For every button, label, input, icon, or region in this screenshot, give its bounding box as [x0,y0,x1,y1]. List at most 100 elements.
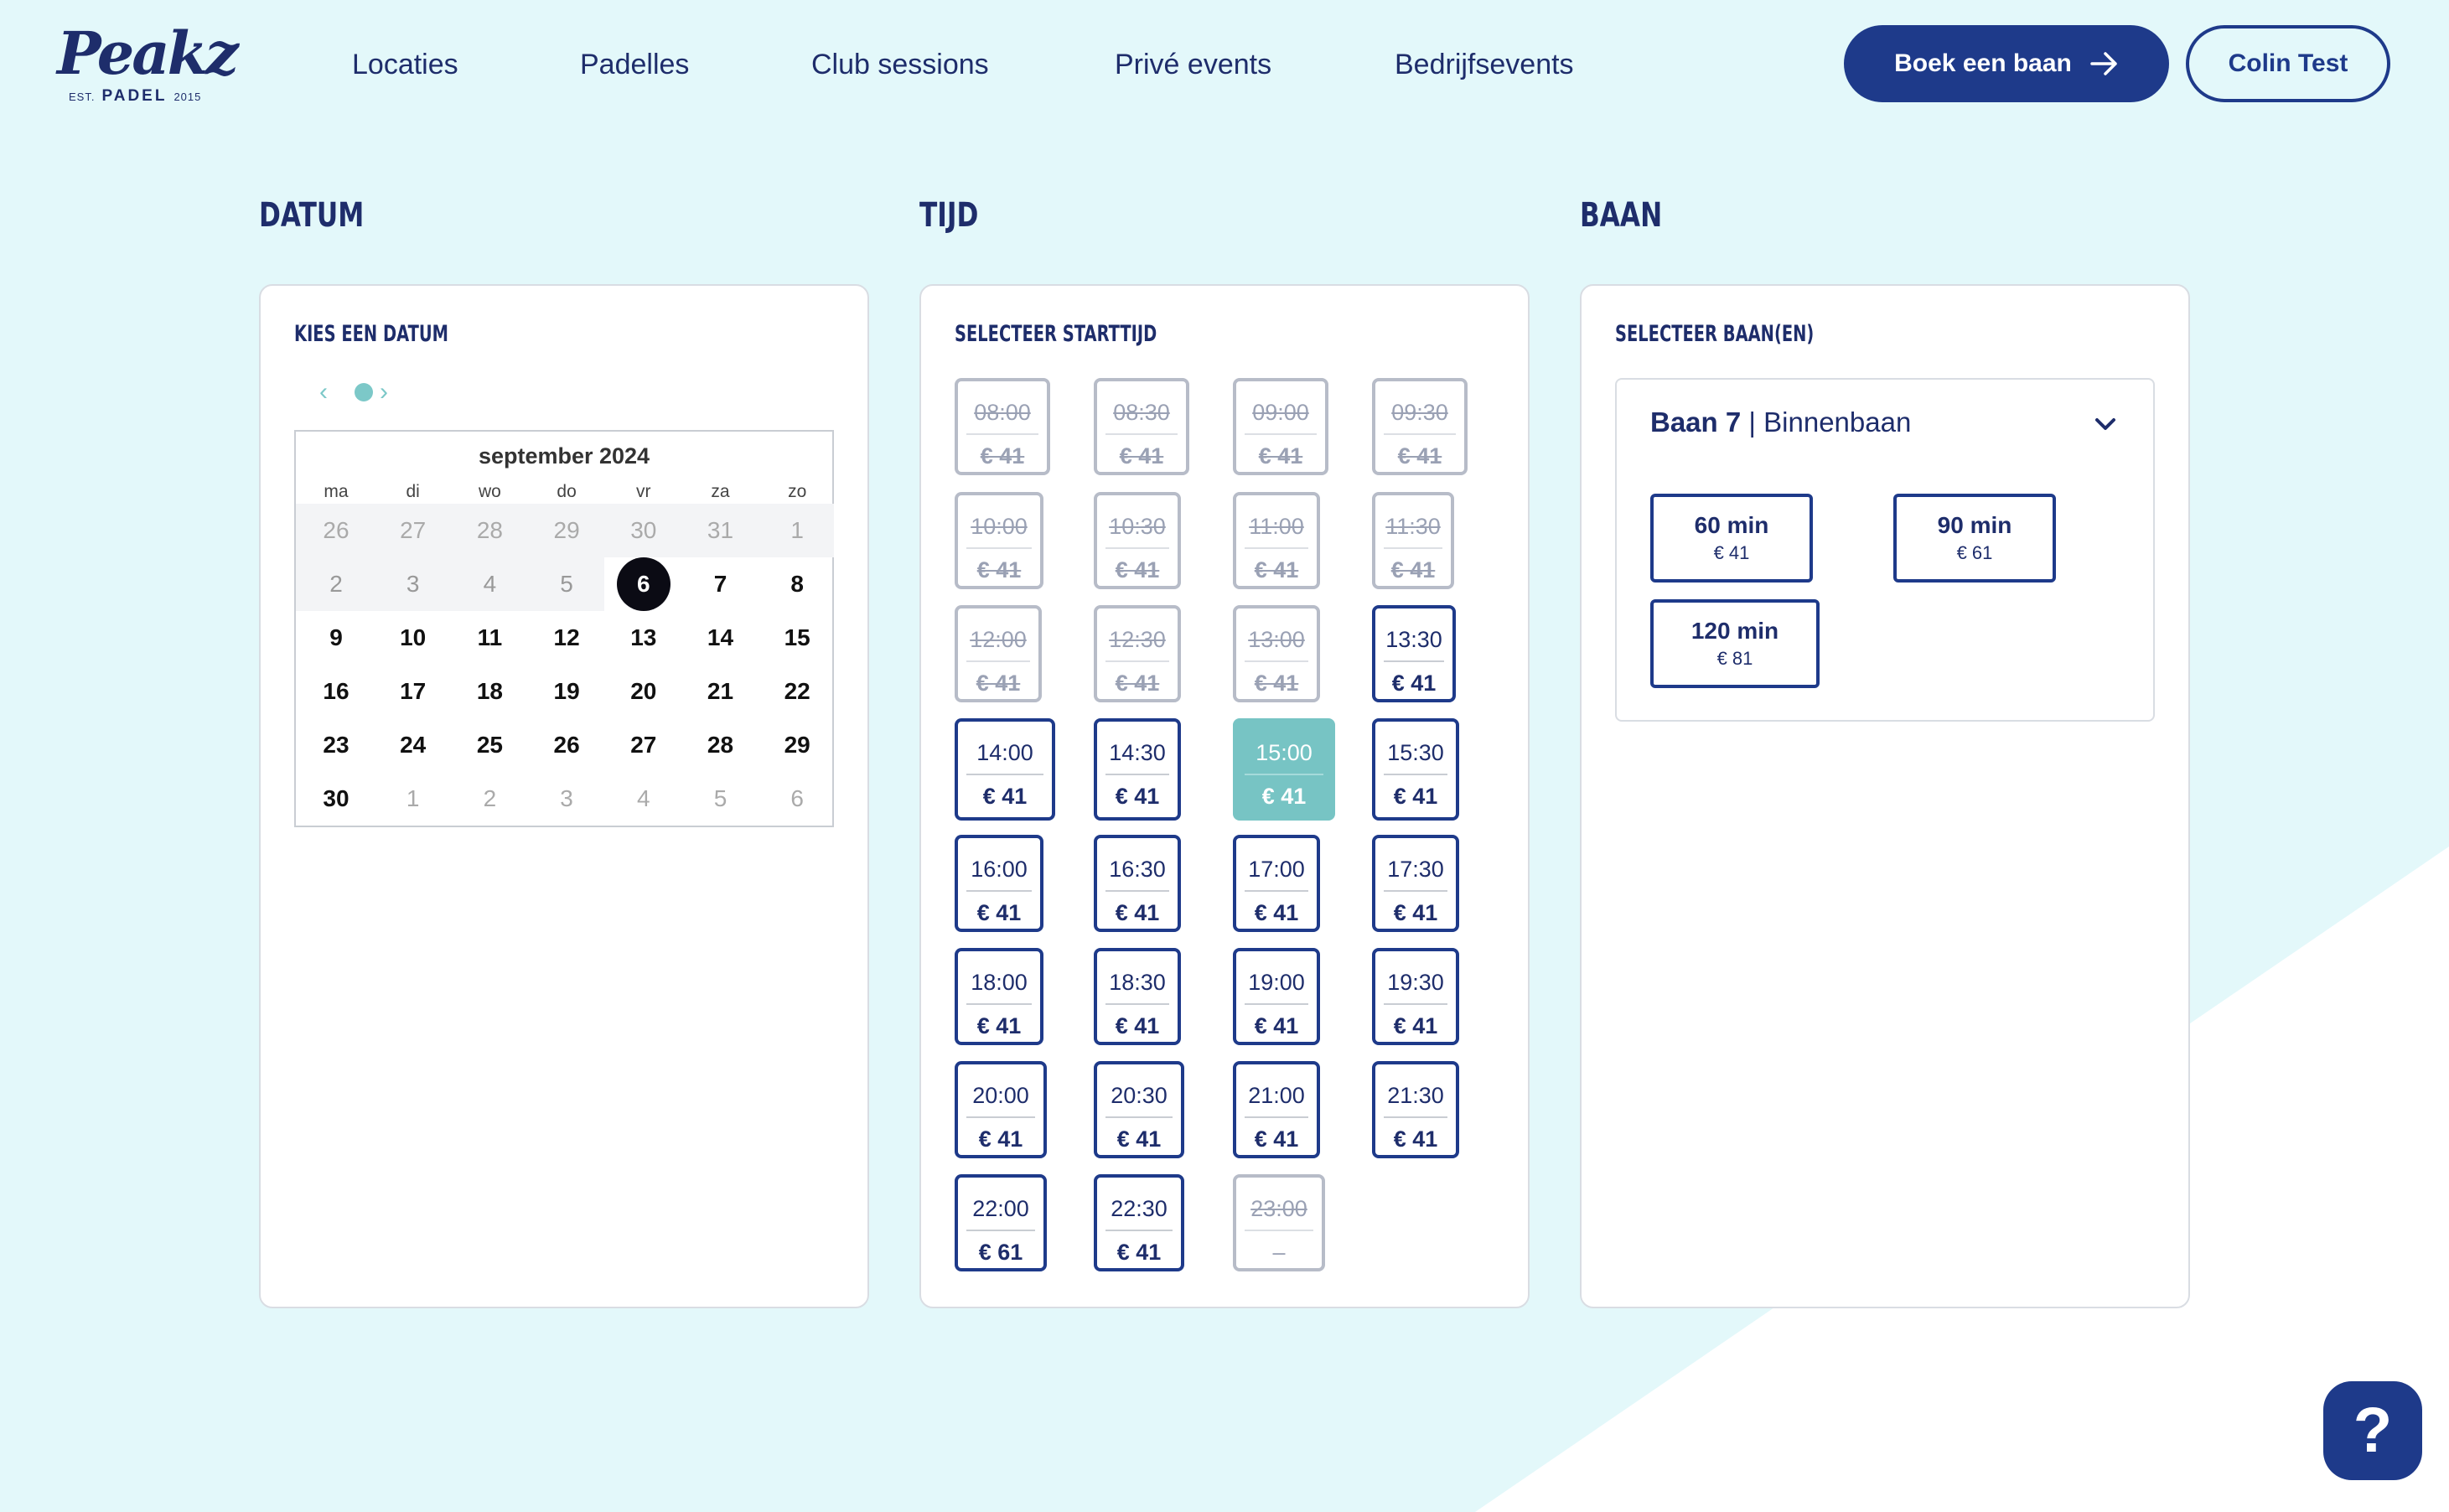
calendar-day[interactable]: 15 [770,611,824,665]
court-card-label: SELECTEER BAAN(EN) [1615,321,1815,347]
user-account-button[interactable]: Colin Test [2186,25,2390,102]
chevron-left-icon[interactable]: ‹ [319,380,328,405]
slot-divider [966,774,1043,775]
duration-120-button[interactable]: 120 min € 81 [1650,599,1820,688]
slot-time: 12:30 [1109,627,1166,652]
slot-price: € 41 [1254,557,1299,583]
calendar-day[interactable]: 8 [770,557,824,611]
calendar-day[interactable]: 20 [617,665,670,718]
calendar-day[interactable]: 1 [386,772,440,826]
calendar-day[interactable]: 23 [309,718,363,772]
time-card-label: SELECTEER STARTTIJD [955,321,1157,347]
current-month-dot[interactable] [355,383,373,401]
calendar-day[interactable]: 6 [770,772,824,826]
calendar-day[interactable]: 25 [463,718,516,772]
slot-divider [1105,547,1169,549]
time-slot[interactable]: 14:00 € 41 [955,718,1055,821]
calendar-day[interactable]: 10 [386,611,440,665]
time-slot[interactable]: 18:00 € 41 [955,948,1043,1045]
time-slot: 11:30 € 41 [1372,492,1454,589]
slot-time: 22:00 [972,1196,1029,1221]
calendar-day[interactable]: 4 [617,772,670,826]
slot-price: € 41 [1115,557,1160,583]
time-slot[interactable]: 20:00 € 41 [955,1061,1047,1158]
date-card-label: KIES EEN DATUM [294,321,449,347]
slot-price: € 41 [1254,900,1299,925]
calendar-day[interactable]: 28 [694,718,748,772]
weekday-label: do [557,482,577,501]
time-slot[interactable]: 21:00 € 41 [1233,1061,1320,1158]
time-slot[interactable]: 19:30 € 41 [1372,948,1459,1045]
help-button[interactable]: ? [2323,1381,2422,1480]
time-slot[interactable]: 17:30 € 41 [1372,835,1459,932]
calendar-day[interactable]: 30 [309,772,363,826]
slot-divider [1384,890,1447,892]
slot-price: € 41 [1254,1013,1299,1038]
slot-time: 08:30 [1113,400,1170,425]
nav-bedrijfsevents[interactable]: Bedrijfsevents [1395,49,1574,81]
time-slot[interactable]: 14:30 € 41 [1094,718,1181,821]
nav-prive-events[interactable]: Privé events [1115,49,1271,81]
calendar-day[interactable]: 21 [694,665,748,718]
slot-divider [1245,774,1323,775]
time-slot[interactable]: 16:00 € 41 [955,835,1043,932]
time-slot[interactable]: 15:00 € 41 [1233,718,1335,821]
time-slot[interactable]: 15:30 € 41 [1372,718,1459,821]
calendar-day[interactable]: 16 [309,665,363,718]
nav-locaties[interactable]: Locaties [352,49,458,81]
calendar-day[interactable]: 29 [770,718,824,772]
calendar-day[interactable]: 14 [694,611,748,665]
slot-price: € 41 [1115,1013,1160,1038]
calendar-day[interactable]: 7 [694,557,748,611]
time-slot[interactable]: 21:30 € 41 [1372,1061,1459,1158]
calendar-day[interactable]: 26 [540,718,593,772]
calendar-day[interactable]: 22 [770,665,824,718]
book-court-button[interactable]: Boek een baan [1844,25,2169,102]
calendar-day[interactable]: 13 [617,611,670,665]
calendar-day[interactable]: 1 [770,504,824,557]
time-slot[interactable]: 22:30 € 41 [1094,1174,1184,1271]
time-slot[interactable]: 19:00 € 41 [1233,948,1320,1045]
slot-price: € 41 [1115,784,1160,809]
calendar-day[interactable]: 27 [617,718,670,772]
peakz-logo[interactable]: Peakz EST. PADEL 2015 [57,20,239,107]
time-slot[interactable]: 22:00 € 61 [955,1174,1047,1271]
chevron-right-icon[interactable]: › [380,380,388,405]
time-slot[interactable]: 13:30 € 41 [1372,605,1456,702]
nav-padelles[interactable]: Padelles [580,49,689,81]
time-slot[interactable]: 18:30 € 41 [1094,948,1181,1045]
duration-90-button[interactable]: 90 min € 61 [1893,494,2056,583]
calendar-day: 3 [406,571,420,597]
time-slot: 09:30 € 41 [1372,378,1468,475]
slot-time: 10:00 [971,514,1028,539]
chevron-down-icon[interactable] [2093,412,2118,437]
slot-time: 14:00 [976,740,1033,765]
slot-divider [1245,1003,1308,1005]
duration-60-button[interactable]: 60 min € 41 [1650,494,1813,583]
slot-divider [1245,660,1308,662]
time-slot[interactable]: 20:30 € 41 [1094,1061,1184,1158]
calendar-day[interactable]: 2 [463,772,516,826]
calendar-day[interactable]: 17 [386,665,440,718]
slot-divider [966,1003,1032,1005]
calendar-day[interactable]: 3 [540,772,593,826]
calendar-day[interactable]: 18 [463,665,516,718]
arrow-right-icon [2090,52,2117,75]
calendar-day[interactable]: 19 [540,665,593,718]
calendar-day[interactable]: 24 [386,718,440,772]
calendar-day[interactable]: 9 [309,611,363,665]
calendar-day[interactable]: 12 [540,611,593,665]
calendar-day[interactable]: 11 [463,611,516,665]
calendar-day[interactable]: 5 [694,772,748,826]
slot-time: 13:30 [1385,627,1442,652]
time-slot[interactable]: 17:00 € 41 [1233,835,1320,932]
time-slot[interactable]: 16:30 € 41 [1094,835,1181,932]
calendar-day[interactable]: 6 [616,557,670,611]
court-selector[interactable]: Baan 7 | Binnenbaan [1650,406,1911,438]
slot-price: € 41 [976,557,1022,583]
slot-time: 12:00 [970,627,1027,652]
nav-club-sessions[interactable]: Club sessions [811,49,989,81]
time-slot: 11:00 € 41 [1233,492,1320,589]
slot-time: 21:30 [1387,1083,1444,1108]
weekday-label: zo [788,482,807,501]
